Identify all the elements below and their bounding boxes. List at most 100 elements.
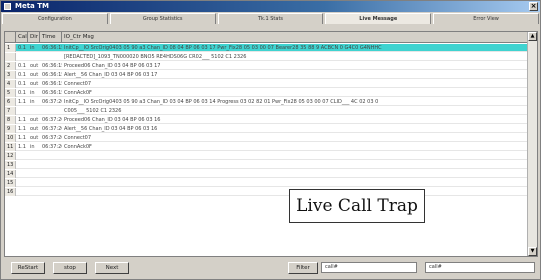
row-number: 12 — [5, 152, 16, 160]
table-row[interactable]: 20.1 out06:36:15Proceed06 Chan_ID 03 04 B… — [5, 62, 529, 70]
cell-dir: in — [30, 90, 35, 96]
row-number — [5, 53, 16, 61]
row-number: 10 — [5, 134, 16, 142]
vertical-scrollbar[interactable]: ▲ ▼ — [527, 32, 537, 256]
cell-time: 06:37:26 — [42, 135, 62, 141]
next-button[interactable]: Next — [95, 262, 129, 274]
row-number: 15 — [5, 179, 16, 187]
cell-message: ConnAck0F — [64, 144, 92, 150]
cell-call: 0.1 — [18, 81, 26, 87]
tab-bar: Configuration Group Statistics Tk.1 Stats L… — [2, 13, 541, 24]
table-row[interactable]: 40.1 out06:36:15Connect07 — [5, 80, 529, 88]
cell-message: C005___ 5102 C1 2326 — [64, 108, 122, 114]
row-number: 6 — [5, 98, 16, 106]
row-number: 11 — [5, 143, 16, 151]
row-number-header — [5, 32, 16, 43]
table-header: Call Dir Time IO_Ctr Msg — [5, 32, 529, 43]
cell-dir: out — [30, 135, 39, 141]
app-icon — [4, 3, 11, 10]
cell-call: 1.1 — [18, 135, 26, 141]
cell-time: 06:37:26 — [42, 117, 62, 123]
cell-call: 0.1 — [18, 72, 26, 78]
table-row[interactable]: 30.1 out06:36:15Alert__56 Chan_ID 03 04 B… — [5, 71, 529, 79]
filter-button[interactable]: Filter — [288, 262, 318, 274]
row-number: 16 — [5, 188, 16, 196]
cell-call: 1.1 — [18, 99, 26, 105]
scroll-up-icon[interactable]: ▲ — [528, 32, 537, 41]
table-row[interactable]: 111.1 in 06:37:26ConnAck0F — [5, 143, 529, 151]
filter-input-primary[interactable]: call# — [321, 262, 417, 273]
table-row[interactable]: 50.1 in 06:36:15ConnAck0F — [5, 89, 529, 97]
table-row[interactable]: [REDACTED]_1093_TN000020 BNO5 RE4HDS06G … — [5, 53, 529, 61]
cell-message: InitCp__IO SrcOrig0403 05 90 a3 Chan_ID … — [64, 99, 379, 105]
column-header-time[interactable]: Time — [40, 32, 62, 43]
stop-button[interactable]: stop — [53, 262, 87, 274]
cell-dir: out — [30, 117, 39, 123]
cell-call: 1.1 — [18, 144, 26, 150]
window-title: Meta TM — [15, 2, 49, 10]
row-number: 1 — [5, 44, 16, 52]
filter-input-secondary[interactable]: call# — [425, 262, 535, 273]
message-table: Call Dir Time IO_Ctr Msg 10.1in06:36:15I… — [4, 31, 538, 257]
row-number: 2 — [5, 62, 16, 70]
table-row[interactable]: 81.1 out06:37:26Proceed06 Chan_ID 03 04 B… — [5, 116, 529, 124]
row-number: 4 — [5, 80, 16, 88]
title-bar[interactable]: Meta TM × — [1, 1, 540, 12]
cell-time: 06:36:15 — [42, 72, 62, 78]
cell-dir: in — [30, 99, 35, 105]
cell-message: Alert__56 Chan_ID 03 04 BP 06 03 16 — [64, 126, 158, 132]
cell-time: 06:36:15 — [42, 90, 62, 96]
row-number: 14 — [5, 170, 16, 178]
table-row[interactable]: 101.1 out06:37:26Connect07 — [5, 134, 529, 142]
cell-call: 0.1 — [18, 90, 26, 96]
cell-message: Connect07 — [64, 81, 92, 87]
column-header-dir[interactable]: Dir — [28, 32, 40, 43]
cell-time: 06:36:15 — [42, 45, 62, 51]
tab-error-view[interactable]: Error View — [433, 13, 539, 24]
table-row[interactable]: 7 C005___ 5102 C1 2326 — [5, 107, 529, 115]
cell-dir: out — [30, 63, 39, 69]
tab-tk-1-stats[interactable]: Tk.1 Stats — [217, 13, 324, 24]
table-row[interactable]: 16 — [5, 188, 529, 196]
row-number: 3 — [5, 71, 16, 79]
cell-dir: out — [30, 126, 39, 132]
cell-message: Proceed06 Chan_ID 03 04 BP 06 03 16 — [64, 117, 161, 123]
cell-dir: in — [30, 45, 35, 51]
cell-time: 06:36:15 — [42, 63, 62, 69]
table-row[interactable]: 91.1 out06:37:26Alert__56 Chan_ID 03 04 B… — [5, 125, 529, 133]
cell-message: [REDACTED]_1093_TN000020 BNO5 RE4HDS06G … — [64, 54, 247, 60]
restart-button[interactable]: ReStart — [11, 262, 45, 274]
cell-call: 0.1 — [18, 45, 26, 51]
cell-message: Connect07 — [64, 135, 92, 141]
cell-dir: out — [30, 81, 39, 87]
cell-time: 06:37:26 — [42, 126, 62, 132]
table-row[interactable]: 10.1 in 06:36:15InitCp__IO SrcOrig0403 05 … — [5, 44, 529, 52]
cell-time: 06:37:26 — [42, 99, 62, 105]
close-button[interactable]: × — [529, 2, 538, 11]
cell-message: Proceed06 Chan_ID 03 04 BP 06 03 17 — [64, 63, 161, 69]
table-row[interactable]: 12 — [5, 152, 529, 160]
cell-time: 06:37:26 — [42, 144, 62, 150]
row-number: 9 — [5, 125, 16, 133]
cell-dir: in — [30, 144, 35, 150]
tab-configuration[interactable]: Configuration — [2, 13, 108, 24]
row-number: 13 — [5, 161, 16, 169]
cell-call: 1.1 — [18, 126, 26, 132]
column-header-call[interactable]: Call — [16, 32, 28, 43]
table-row[interactable]: 15 — [5, 179, 529, 187]
scroll-down-icon[interactable]: ▼ — [528, 247, 537, 256]
cell-dir: out — [30, 72, 39, 78]
row-number: 5 — [5, 89, 16, 97]
cell-call: 0.1 — [18, 63, 26, 69]
tab-live-message[interactable]: Live Message — [325, 13, 432, 24]
cell-message: Alert__56 Chan_ID 03 04 BP 06 03 17 — [64, 72, 158, 78]
column-header-message[interactable]: IO_Ctr Msg — [62, 32, 529, 43]
table-row[interactable]: 14 — [5, 170, 529, 178]
tab-group-statistics[interactable]: Group Statistics — [109, 13, 216, 24]
cell-message: InitCp__IO SrcOrig0403 05 90 a3 Chan_ID … — [64, 45, 382, 51]
main-window: Meta TM × Configuration Group Statistics T… — [0, 0, 541, 280]
row-number: 8 — [5, 116, 16, 124]
table-row[interactable]: 61.1 in 06:37:26InitCp__IO SrcOrig0403 05 … — [5, 98, 529, 106]
table-row[interactable]: 13 — [5, 161, 529, 169]
cell-message: ConnAck0F — [64, 90, 92, 96]
